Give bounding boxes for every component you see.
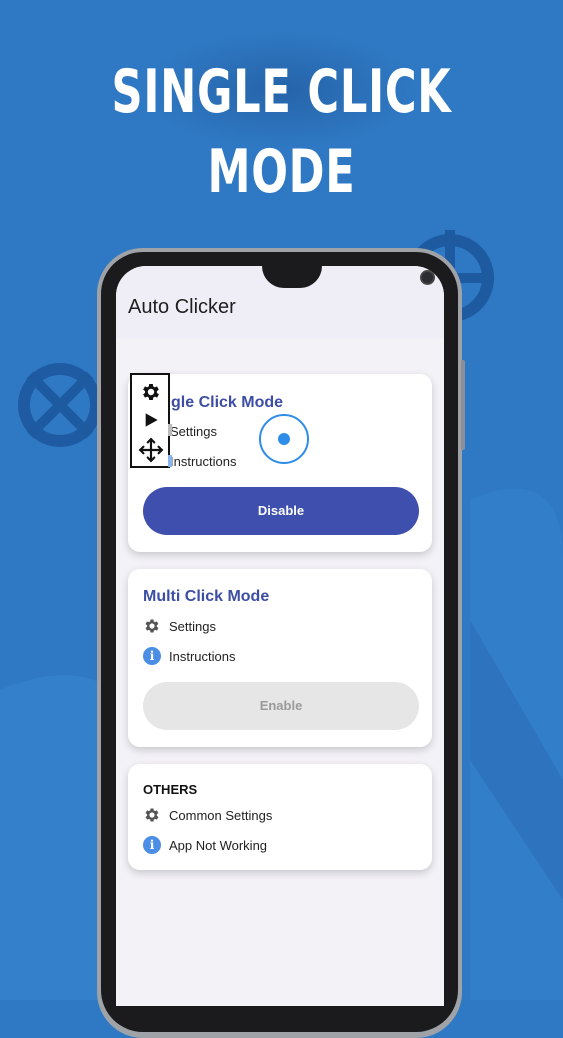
single-settings-label: Settings bbox=[170, 423, 217, 439]
click-target-marker[interactable] bbox=[259, 414, 309, 464]
click-target-dot bbox=[278, 433, 290, 445]
common-settings-label: Common Settings bbox=[169, 807, 273, 823]
gear-icon[interactable] bbox=[140, 381, 162, 403]
single-click-title: gle Click Mode bbox=[171, 394, 284, 411]
move-icon[interactable] bbox=[138, 437, 164, 463]
multi-click-title: Multi Click Mode bbox=[143, 588, 270, 605]
single-settings-gear-partial bbox=[168, 424, 172, 436]
disable-button[interactable]: Disable bbox=[143, 487, 419, 535]
single-instructions-row[interactable]: Instructions bbox=[170, 451, 236, 471]
common-settings-row[interactable]: Common Settings bbox=[143, 805, 272, 825]
multi-click-card: Multi Click Mode Settings i Instructions… bbox=[128, 569, 432, 747]
camera-icon bbox=[420, 270, 435, 285]
others-title: OTHERS bbox=[143, 782, 198, 797]
gear-icon bbox=[145, 619, 159, 633]
enable-button[interactable]: Enable bbox=[143, 682, 419, 730]
multi-settings-label: Settings bbox=[169, 618, 216, 634]
floating-control-panel[interactable] bbox=[130, 373, 170, 468]
multi-settings-row[interactable]: Settings bbox=[143, 616, 216, 636]
multi-instructions-row[interactable]: i Instructions bbox=[143, 646, 235, 666]
single-instructions-info-partial bbox=[168, 455, 172, 467]
app-not-working-label: App Not Working bbox=[169, 837, 268, 853]
promo-headline: SINGLE CLICK MODE bbox=[111, 57, 452, 207]
play-icon[interactable] bbox=[143, 412, 159, 428]
app-not-working-row[interactable]: i App Not Working bbox=[143, 835, 267, 855]
app-title: Auto Clicker bbox=[128, 296, 236, 318]
single-instructions-label: Instructions bbox=[170, 453, 237, 469]
gear-icon bbox=[145, 808, 159, 822]
others-card: OTHERS Common Settings i App Not Working bbox=[128, 764, 432, 870]
info-icon: i bbox=[143, 836, 161, 854]
phone-side-button bbox=[461, 360, 465, 450]
multi-instructions-label: Instructions bbox=[169, 648, 236, 664]
info-icon: i bbox=[143, 647, 161, 665]
single-settings-row[interactable]: Settings bbox=[170, 421, 217, 441]
